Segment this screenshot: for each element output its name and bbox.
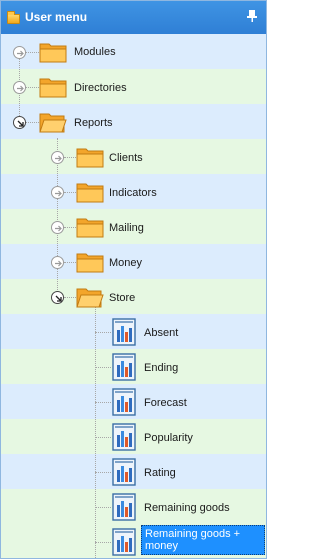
folder-icon: [7, 11, 20, 24]
tree-line: [95, 437, 111, 438]
panel-title: User menu: [25, 10, 88, 24]
panel-title-bar[interactable]: User menu: [1, 1, 266, 34]
tree-label-rating[interactable]: Rating: [144, 467, 176, 479]
tree-label-popularity[interactable]: Popularity: [144, 432, 193, 444]
collapse-icon[interactable]: [13, 116, 26, 129]
tree-label-indicators[interactable]: Indicators: [109, 187, 157, 199]
tree-line: [25, 52, 39, 53]
tree-line: [25, 87, 39, 88]
user-menu-panel: User menu Modules Directories Reports Cl…: [0, 0, 267, 559]
report-icon: [112, 353, 136, 381]
tree-label-forecast[interactable]: Forecast: [144, 397, 187, 409]
report-icon: [112, 318, 136, 346]
tree-line: [64, 157, 76, 158]
report-icon: [112, 493, 136, 521]
collapse-icon[interactable]: [51, 291, 64, 304]
tree-label-remaining-goods-money[interactable]: Remaining goods + money: [141, 525, 265, 555]
tree-label-absent[interactable]: Absent: [144, 327, 178, 339]
report-icon: [112, 528, 136, 556]
tree-label-clients[interactable]: Clients: [109, 152, 143, 164]
tree-label-store[interactable]: Store: [109, 292, 135, 304]
tree-line: [64, 262, 76, 263]
tree-line: [95, 306, 96, 558]
tree-label-remaining-goods[interactable]: Remaining goods: [144, 502, 230, 514]
expand-icon[interactable]: [51, 151, 64, 164]
tree-line: [25, 122, 39, 123]
report-icon: [112, 458, 136, 486]
folder-icon: [39, 43, 67, 63]
open-folder-icon: [76, 288, 104, 308]
folder-icon: [76, 253, 104, 273]
menu-tree: Modules Directories Reports Clients Indi…: [1, 34, 266, 558]
tree-line: [64, 297, 76, 298]
tree-line: [95, 332, 111, 333]
tree-line: [95, 507, 111, 508]
expand-icon[interactable]: [51, 186, 64, 199]
report-icon: [112, 388, 136, 416]
tree-label-ending[interactable]: Ending: [144, 362, 178, 374]
tree-label-mailing[interactable]: Mailing: [109, 222, 144, 234]
tree-label-modules[interactable]: Modules: [74, 46, 116, 58]
tree-label-reports[interactable]: Reports: [74, 117, 113, 129]
folder-icon: [76, 148, 104, 168]
open-folder-icon: [39, 113, 67, 133]
pin-icon[interactable]: [246, 9, 258, 23]
tree-label-money[interactable]: Money: [109, 257, 142, 269]
folder-icon: [39, 78, 67, 98]
folder-icon: [76, 218, 104, 238]
expand-icon[interactable]: [13, 81, 26, 94]
tree-line: [95, 542, 111, 543]
tree-line: [64, 227, 76, 228]
tree-label-directories[interactable]: Directories: [74, 82, 127, 94]
tree-line: [64, 192, 76, 193]
tree-line: [95, 367, 111, 368]
report-icon: [112, 423, 136, 451]
folder-icon: [76, 183, 104, 203]
expand-icon[interactable]: [13, 46, 26, 59]
tree-line: [95, 472, 111, 473]
expand-icon[interactable]: [51, 256, 64, 269]
tree-line: [95, 402, 111, 403]
expand-icon[interactable]: [51, 221, 64, 234]
